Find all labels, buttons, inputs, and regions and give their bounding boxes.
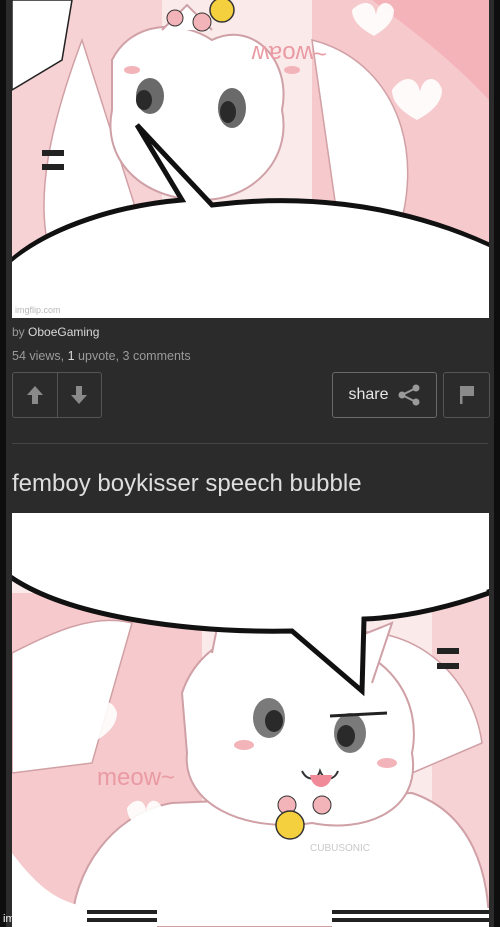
views-label: views, xyxy=(29,349,65,363)
artist-signature: CUBUSONIC xyxy=(310,843,370,854)
meme-art-2: meow~ CUBUSONIC xyxy=(12,513,489,927)
flag-icon xyxy=(459,386,474,404)
by-prefix: by xyxy=(12,325,25,339)
meow-text-2: meow~ xyxy=(97,764,175,791)
upvote-label: upvote, xyxy=(78,349,120,363)
share-label: share xyxy=(348,386,389,403)
post-divider xyxy=(12,443,488,444)
vote-buttons xyxy=(12,372,102,418)
meme-art-1: ~woaw xyxy=(12,0,489,318)
upvote-button[interactable] xyxy=(13,373,57,417)
meme-feed: ~woaw imgflip.com by OboeGaming 54 views… xyxy=(0,0,500,927)
share-button[interactable]: share xyxy=(332,372,437,418)
image-watermark-1: imgflip.com xyxy=(15,305,61,315)
arrow-down-icon xyxy=(71,386,88,404)
meme-image-2[interactable]: meow~ CUBUSONIC xyxy=(12,513,489,927)
author-link[interactable]: OboeGaming xyxy=(28,325,99,339)
meow-text-1: ~woaw xyxy=(251,40,327,67)
upvote-count: 1 xyxy=(67,349,75,363)
right-border xyxy=(494,0,500,927)
downvote-button[interactable] xyxy=(56,373,102,417)
post-stats: 54 views, 1 upvote, 3 comments xyxy=(12,349,191,363)
views-count: 54 xyxy=(12,349,26,363)
comments-link[interactable]: 3 comments xyxy=(123,349,191,363)
arrow-up-icon xyxy=(26,386,43,404)
share-icon xyxy=(398,384,420,406)
flag-button[interactable] xyxy=(443,372,490,418)
byline: by OboeGaming xyxy=(12,325,99,339)
meme-image-1[interactable]: ~woaw imgflip.com xyxy=(12,0,489,318)
post-title[interactable]: femboy boykisser speech bubble xyxy=(12,470,362,498)
left-border xyxy=(0,0,6,927)
imgflip-watermark: imgflip.com xyxy=(3,913,59,925)
